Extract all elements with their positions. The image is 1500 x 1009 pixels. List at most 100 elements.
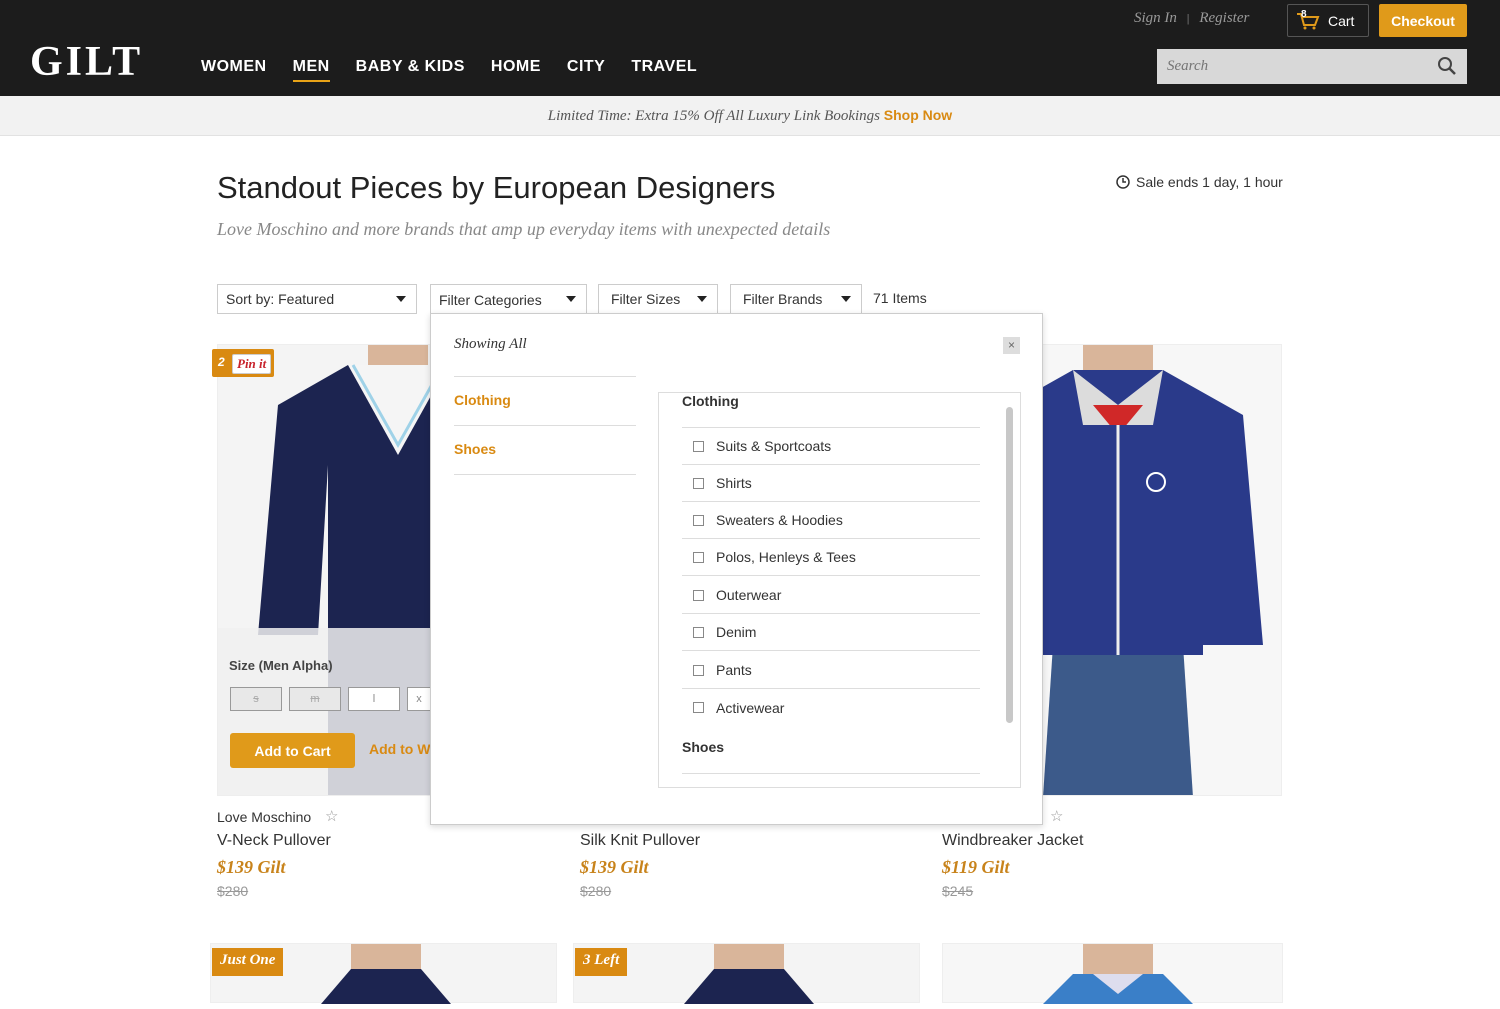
- item-count: 71 Items: [873, 290, 927, 306]
- nav-men[interactable]: MEN: [292, 58, 330, 82]
- checkbox-suits-sportcoats[interactable]: Suits & Sportcoats: [682, 428, 980, 465]
- search-input[interactable]: [1157, 49, 1467, 84]
- caret-down-icon: [566, 296, 576, 302]
- checkbox-label: Shirts: [716, 475, 752, 491]
- size-option-l[interactable]: l: [348, 687, 400, 711]
- add-to-cart-button[interactable]: Add to Cart: [230, 733, 355, 768]
- product-name[interactable]: Silk Knit Pullover: [580, 832, 700, 850]
- checkbox-icon[interactable]: [693, 477, 704, 489]
- product-price: $139 Gilt: [580, 857, 649, 877]
- checkbox-label: Suits & Sportcoats: [716, 438, 832, 454]
- product-name[interactable]: Windbreaker Jacket: [942, 832, 1083, 850]
- size-option-s[interactable]: s: [230, 687, 282, 711]
- checkbox-label: Denim: [716, 624, 757, 640]
- checkbox-label: Outerwear: [716, 587, 782, 603]
- caret-down-icon: [697, 296, 707, 302]
- close-icon[interactable]: ×: [1003, 337, 1020, 354]
- product-price: $119 Gilt: [942, 857, 1010, 877]
- checkbox-denim[interactable]: Denim: [682, 614, 980, 651]
- product-original-price: $245: [942, 883, 974, 899]
- sale-ends-text: Sale ends 1 day, 1 hour: [1136, 174, 1283, 190]
- checkbox-outerwear[interactable]: Outerwear: [682, 577, 980, 614]
- star-icon[interactable]: ☆: [1050, 807, 1063, 825]
- checkbox-activewear[interactable]: Activewear: [682, 689, 980, 726]
- size-label: Size (Men Alpha): [229, 658, 333, 673]
- pin-it-label: Pin it: [232, 354, 272, 374]
- star-icon[interactable]: ☆: [325, 807, 338, 825]
- checkbox-icon[interactable]: [693, 551, 704, 563]
- group-label-clothing: Clothing: [682, 393, 739, 409]
- pin-it-button[interactable]: 2 Pin it: [212, 349, 274, 377]
- filter-sizes-dropdown[interactable]: Filter Sizes: [598, 284, 718, 314]
- group-label-shoes: Shoes: [682, 739, 725, 755]
- checkbox-icon[interactable]: [693, 440, 704, 452]
- nav-city[interactable]: CITY: [567, 58, 605, 82]
- showing-all-label: Showing All: [454, 336, 527, 352]
- gilt-logo[interactable]: GILT: [30, 38, 143, 86]
- nav-women[interactable]: WOMEN: [201, 58, 267, 82]
- product-original-price: $280: [580, 883, 612, 899]
- checkbox-pants[interactable]: Pants: [682, 652, 980, 689]
- product-brand[interactable]: Love Moschino: [217, 809, 311, 825]
- checkbox-polos-henleys-tees[interactable]: Polos, Henleys & Tees: [682, 539, 980, 576]
- badge-3-left: 3 Left: [575, 948, 628, 976]
- promo-banner: Limited Time: Extra 15% Off All Luxury L…: [0, 96, 1500, 136]
- checkbox-label: Activewear: [716, 699, 785, 716]
- site-header: GILT WOMEN MEN BABY & KIDS HOME CITY TRA…: [0, 0, 1500, 96]
- nav-baby-kids[interactable]: BABY & KIDS: [356, 58, 465, 82]
- search-icon[interactable]: [1437, 56, 1457, 76]
- checkbox-sweaters-hoodies[interactable]: Sweaters & Hoodies: [682, 502, 980, 539]
- checkbox-icon[interactable]: [693, 664, 704, 676]
- checkbox-label: Pants: [716, 662, 752, 678]
- size-option-x[interactable]: x: [407, 687, 430, 711]
- checkbox-label: Sweaters & Hoodies: [716, 512, 843, 528]
- filter-brands-label: Filter Brands: [743, 291, 823, 307]
- checkbox-icon[interactable]: [693, 589, 704, 601]
- clock-icon: [1116, 175, 1130, 189]
- add-to-wishlist-link[interactable]: Add to Wishlist: [369, 741, 430, 757]
- checkbox-shirts[interactable]: Shirts: [682, 465, 980, 502]
- caret-down-icon: [396, 296, 406, 302]
- page-subtitle: Love Moschino and more brands that amp u…: [217, 219, 831, 239]
- sign-in-link[interactable]: Sign In: [1134, 10, 1177, 26]
- checkbox-label: Polos, Henleys & Tees: [716, 549, 856, 565]
- pin-count: 2: [218, 355, 225, 369]
- account-separator: |: [1186, 11, 1190, 25]
- filter-brands-dropdown[interactable]: Filter Brands: [730, 284, 862, 314]
- filter-categories-panel: Showing All × Clothing Shoes Clothing Su…: [430, 313, 1043, 825]
- category-nav: Clothing Shoes: [454, 376, 636, 475]
- checkbox-icon[interactable]: [693, 514, 704, 526]
- page-title: Standout Pieces by European Designers: [217, 170, 776, 205]
- category-list: Clothing Suits & Sportcoats Shirts Sweat…: [658, 392, 1021, 788]
- promo-text: Limited Time: Extra 15% Off All Luxury L…: [547, 108, 881, 124]
- product-photo: [1043, 944, 1193, 1004]
- sort-dropdown[interactable]: Sort by: Featured: [217, 284, 417, 314]
- size-option-m[interactable]: m: [289, 687, 341, 711]
- checkout-button[interactable]: Checkout: [1379, 4, 1467, 37]
- category-link-clothing[interactable]: Clothing: [454, 377, 636, 426]
- nav-travel[interactable]: TRAVEL: [631, 58, 697, 82]
- scrollbar[interactable]: [1006, 407, 1013, 723]
- cart-button[interactable]: 8 Cart: [1287, 4, 1369, 37]
- checkbox-icon[interactable]: [693, 626, 704, 638]
- promo-shop-now-link[interactable]: Shop Now: [884, 107, 952, 123]
- nav-home[interactable]: HOME: [491, 58, 541, 82]
- sort-dropdown-label: Sort by: Featured: [226, 291, 335, 307]
- filter-categories-label: Filter Categories: [439, 291, 542, 308]
- caret-down-icon: [841, 296, 851, 302]
- main-nav: WOMEN MEN BABY & KIDS HOME CITY TRAVEL: [201, 58, 723, 82]
- account-links: Sign In | Register: [1134, 10, 1249, 27]
- register-link[interactable]: Register: [1199, 10, 1249, 26]
- product-original-price: $280: [217, 883, 249, 899]
- sale-ends: Sale ends 1 day, 1 hour: [1116, 174, 1283, 190]
- cart-count: 8: [1301, 9, 1307, 20]
- product-image-6[interactable]: [942, 943, 1283, 1004]
- filter-categories-dropdown[interactable]: Filter Categories: [430, 284, 587, 315]
- checkbox-icon[interactable]: [693, 702, 704, 713]
- quick-add-overlay: [218, 628, 430, 795]
- category-link-shoes[interactable]: Shoes: [454, 426, 636, 475]
- filter-sizes-label: Filter Sizes: [611, 291, 681, 307]
- product-name[interactable]: V-Neck Pullover: [217, 832, 331, 850]
- cart-label: Cart: [1328, 12, 1355, 29]
- cart-icon: [1297, 12, 1320, 29]
